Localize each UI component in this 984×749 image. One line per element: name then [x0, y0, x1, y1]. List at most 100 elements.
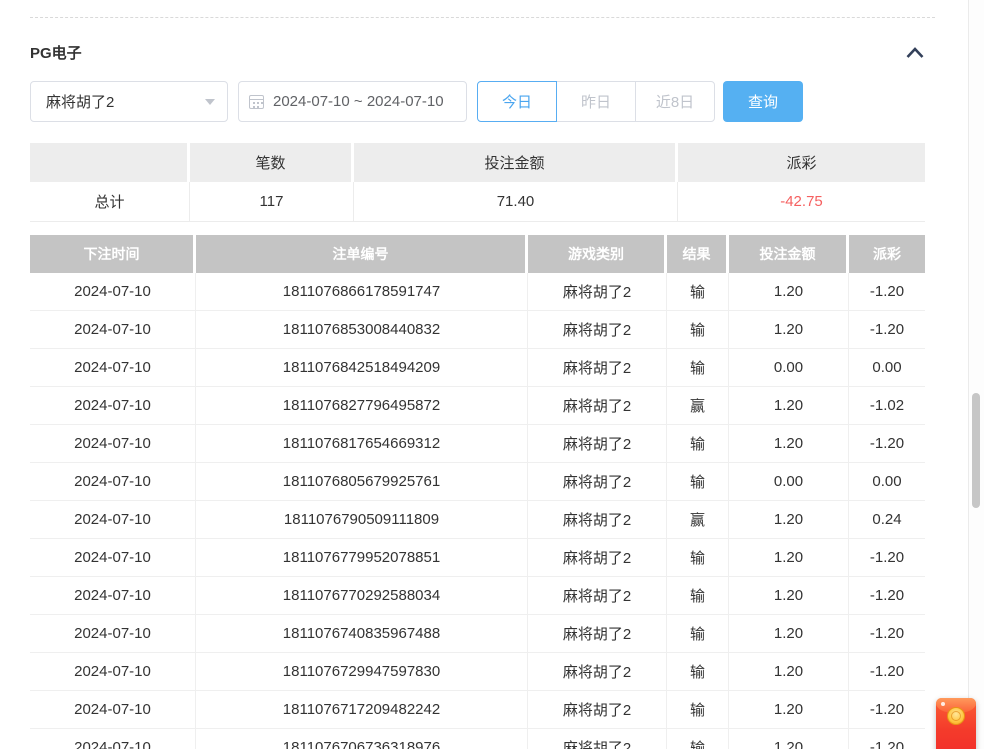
- cell-result: 输: [667, 615, 729, 652]
- cell-bet-amount: 1.20: [729, 311, 849, 348]
- caret-down-icon: [205, 99, 215, 105]
- cell-result: 输: [667, 577, 729, 614]
- cell-game-type: 麻将胡了2: [528, 577, 667, 614]
- table-row: 2024-07-10 1811076717209482242 麻将胡了2 输 1…: [30, 691, 925, 729]
- cell-result: 输: [667, 349, 729, 386]
- summary-total-label: 总计: [30, 182, 190, 221]
- cell-bet-id: 1811076717209482242: [196, 691, 528, 728]
- cell-payout: 0.00: [849, 463, 925, 500]
- cell-bet-id: 1811076790509111809: [196, 501, 528, 538]
- summary-total-row: 总计 117 71.40 -42.75: [30, 182, 925, 222]
- records-panel: PG电子 麻将胡了2 2024-07-10 ~ 2024-07-10 今日 昨日…: [0, 17, 984, 749]
- table-row: 2024-07-10 1811076827796495872 麻将胡了2 赢 1…: [30, 387, 925, 425]
- collapse-panel-button[interactable]: [905, 46, 925, 59]
- scrollbar-thumb[interactable]: [972, 393, 980, 508]
- cell-bet-amount: 0.00: [729, 463, 849, 500]
- cell-bet-time: 2024-07-10: [30, 501, 196, 538]
- header-bet-id: 注单编号: [196, 235, 528, 273]
- panel-header: PG电子: [30, 44, 925, 61]
- summary-header-blank: [30, 143, 190, 182]
- cell-payout: -1.20: [849, 729, 925, 749]
- summary-table-header: 笔数 投注金额 派彩: [30, 143, 925, 182]
- cell-bet-time: 2024-07-10: [30, 387, 196, 424]
- cell-game-type: 麻将胡了2: [528, 615, 667, 652]
- cell-bet-time: 2024-07-10: [30, 425, 196, 462]
- cell-result: 输: [667, 653, 729, 690]
- game-select[interactable]: 麻将胡了2: [30, 81, 228, 122]
- summary-total-bet-amount: 71.40: [354, 182, 678, 221]
- calendar-icon: [249, 95, 264, 109]
- last-8-days-button[interactable]: 近8日: [635, 81, 715, 122]
- cell-game-type: 麻将胡了2: [528, 691, 667, 728]
- page-title: PG电子: [30, 42, 82, 63]
- cell-payout: 0.00: [849, 349, 925, 386]
- cell-payout: -1.20: [849, 615, 925, 652]
- cell-bet-id: 1811076866178591747: [196, 273, 528, 310]
- table-row: 2024-07-10 1811076817654669312 麻将胡了2 输 1…: [30, 425, 925, 463]
- cell-bet-amount: 1.20: [729, 729, 849, 749]
- scrollbar-track[interactable]: [968, 0, 984, 749]
- summary-table: 笔数 投注金额 派彩 总计 117 71.40 -42.75: [30, 143, 925, 222]
- cell-bet-time: 2024-07-10: [30, 463, 196, 500]
- cell-result: 输: [667, 311, 729, 348]
- summary-header-bet-amount: 投注金额: [354, 143, 678, 182]
- cell-result: 输: [667, 463, 729, 500]
- table-row: 2024-07-10 1811076770292588034 麻将胡了2 输 1…: [30, 577, 925, 615]
- cell-result: 输: [667, 539, 729, 576]
- cell-game-type: 麻将胡了2: [528, 653, 667, 690]
- cell-bet-id: 1811076853008440832: [196, 311, 528, 348]
- date-range-value: 2024-07-10 ~ 2024-07-10: [273, 93, 444, 110]
- summary-total-payout: -42.75: [678, 182, 925, 221]
- cell-bet-time: 2024-07-10: [30, 729, 196, 749]
- table-row: 2024-07-10 1811076706736318976 麻将胡了2 输 1…: [30, 729, 925, 749]
- cell-game-type: 麻将胡了2: [528, 425, 667, 462]
- cell-bet-amount: 1.20: [729, 653, 849, 690]
- cell-bet-amount: 1.20: [729, 615, 849, 652]
- cell-bet-id: 1811076740835967488: [196, 615, 528, 652]
- summary-total-count: 117: [190, 182, 354, 221]
- quick-range-group: 今日 昨日 近8日: [477, 81, 715, 122]
- cell-bet-time: 2024-07-10: [30, 691, 196, 728]
- cell-payout: -1.20: [849, 653, 925, 690]
- cell-bet-time: 2024-07-10: [30, 273, 196, 310]
- cell-bet-time: 2024-07-10: [30, 311, 196, 348]
- table-row: 2024-07-10 1811076740835967488 麻将胡了2 输 1…: [30, 615, 925, 653]
- table-row: 2024-07-10 1811076790509111809 麻将胡了2 赢 1…: [30, 501, 925, 539]
- cell-bet-time: 2024-07-10: [30, 577, 196, 614]
- game-select-value: 麻将胡了2: [46, 91, 114, 112]
- chevron-up-icon: [905, 46, 925, 59]
- red-envelope-icon[interactable]: [936, 698, 976, 749]
- table-row: 2024-07-10 1811076853008440832 麻将胡了2 输 1…: [30, 311, 925, 349]
- cell-bet-amount: 1.20: [729, 425, 849, 462]
- gold-coin-icon: [947, 707, 965, 725]
- filter-bar: 麻将胡了2 2024-07-10 ~ 2024-07-10 今日 昨日 近8日 …: [30, 81, 984, 122]
- cell-bet-time: 2024-07-10: [30, 653, 196, 690]
- yesterday-button[interactable]: 昨日: [556, 81, 636, 122]
- cell-result: 输: [667, 691, 729, 728]
- cell-bet-time: 2024-07-10: [30, 615, 196, 652]
- cell-payout: -1.20: [849, 273, 925, 310]
- cell-game-type: 麻将胡了2: [528, 349, 667, 386]
- table-row: 2024-07-10 1811076805679925761 麻将胡了2 输 0…: [30, 463, 925, 501]
- search-button[interactable]: 查询: [723, 81, 803, 122]
- cell-bet-id: 1811076729947597830: [196, 653, 528, 690]
- cell-bet-amount: 1.20: [729, 273, 849, 310]
- header-bet-time: 下注时间: [30, 235, 196, 273]
- cell-payout: 0.24: [849, 501, 925, 538]
- cell-bet-id: 1811076770292588034: [196, 577, 528, 614]
- cell-result: 输: [667, 273, 729, 310]
- cell-result: 输: [667, 729, 729, 749]
- bet-records-header: 下注时间 注单编号 游戏类别 结果 投注金额 派彩: [30, 235, 925, 273]
- table-row: 2024-07-10 1811076729947597830 麻将胡了2 输 1…: [30, 653, 925, 691]
- cell-result: 输: [667, 425, 729, 462]
- cell-game-type: 麻将胡了2: [528, 501, 667, 538]
- cell-bet-id: 1811076817654669312: [196, 425, 528, 462]
- cell-game-type: 麻将胡了2: [528, 273, 667, 310]
- cell-payout: -1.02: [849, 387, 925, 424]
- header-result: 结果: [667, 235, 729, 273]
- date-range-input[interactable]: 2024-07-10 ~ 2024-07-10: [238, 81, 467, 122]
- header-bet-amount: 投注金额: [729, 235, 849, 273]
- cell-bet-amount: 1.20: [729, 501, 849, 538]
- today-button[interactable]: 今日: [477, 81, 557, 122]
- table-row: 2024-07-10 1811076842518494209 麻将胡了2 输 0…: [30, 349, 925, 387]
